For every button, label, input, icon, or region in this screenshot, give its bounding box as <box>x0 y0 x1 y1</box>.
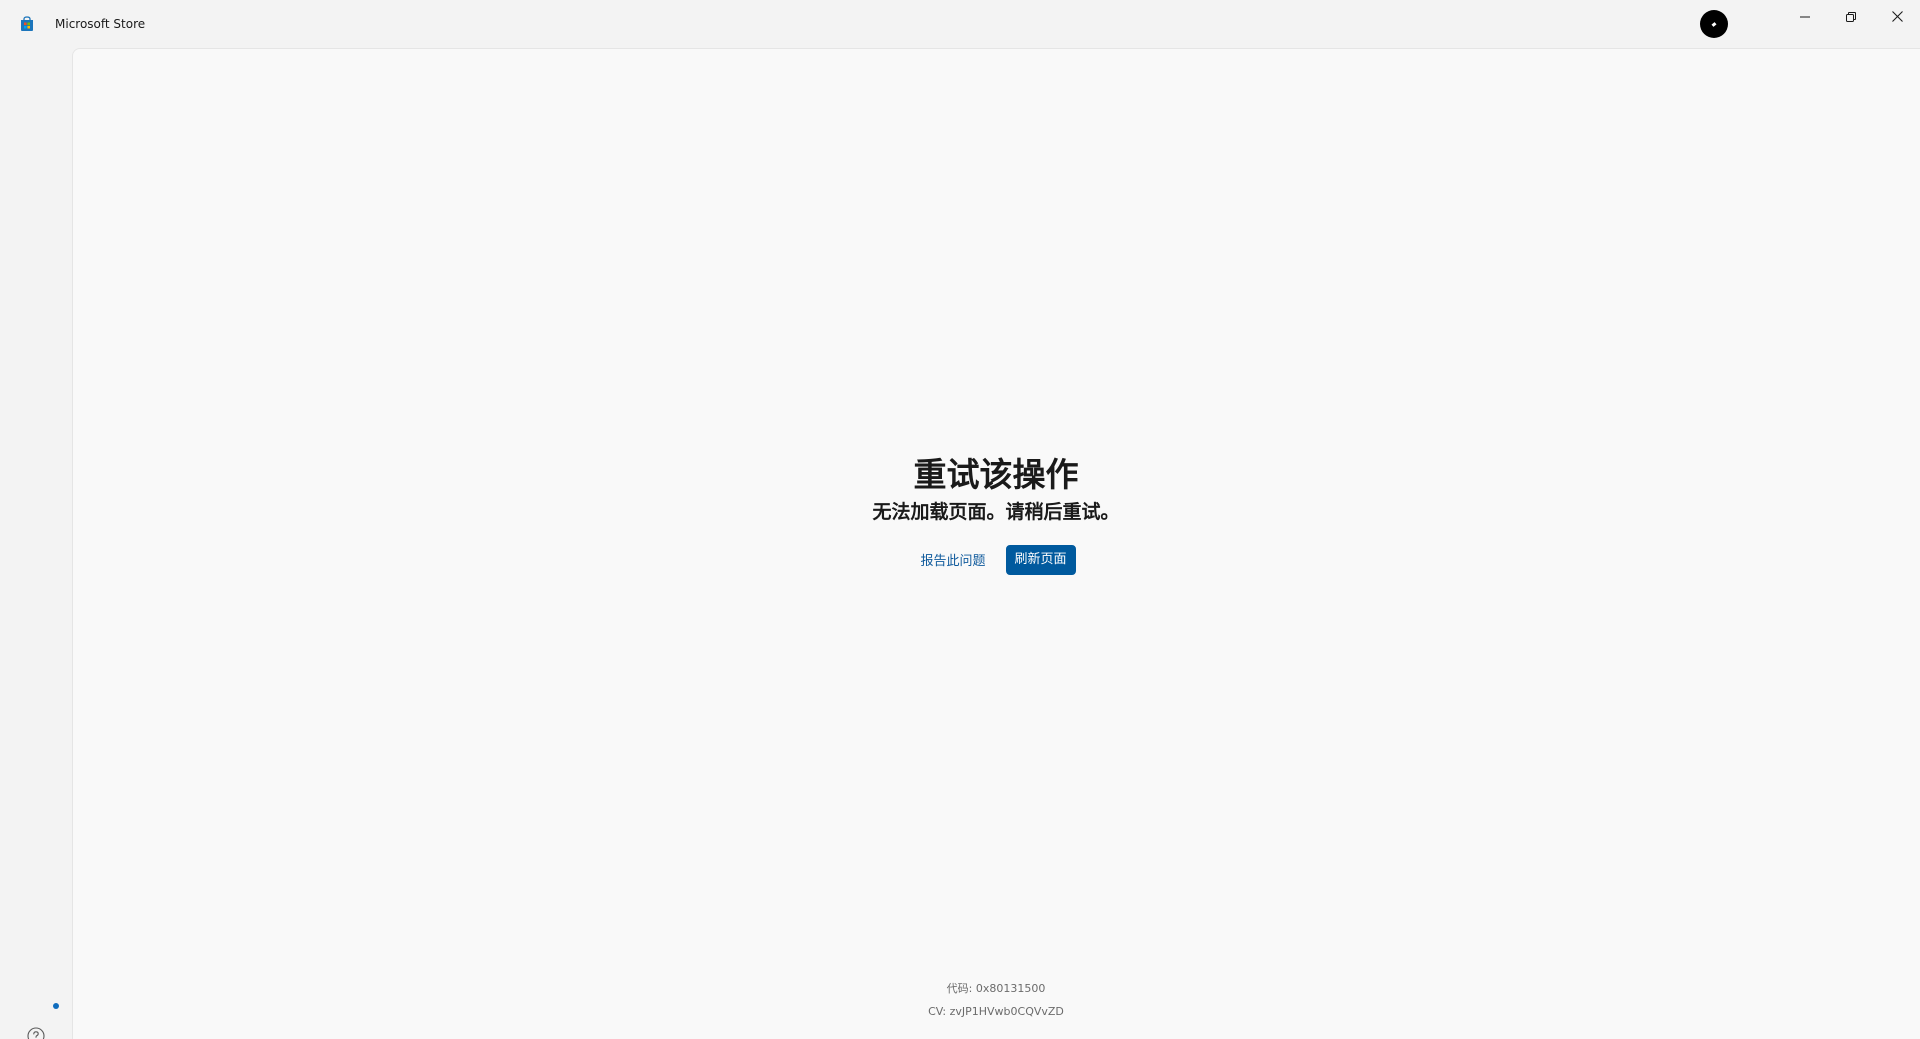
microsoft-store-window: Microsoft Store 重试该操作 无法加载页面。请稍后重试。 报告此问… <box>0 0 1920 1039</box>
error-actions: 报告此问题 刷新页面 <box>73 544 1919 575</box>
error-details: 代码: 0x80131500 CV: zvJP1HVwb0CQVvZD <box>73 977 1919 1023</box>
restore-icon <box>1846 7 1856 26</box>
error-panel: 重试该操作 无法加载页面。请稍后重试。 报告此问题 刷新页面 <box>73 453 1919 575</box>
navigation-rail: 帮助 <box>0 48 72 1039</box>
help-icon <box>27 1027 45 1039</box>
error-code: 代码: 0x80131500 <box>946 982 1046 995</box>
report-issue-button[interactable]: 报告此问题 <box>916 544 989 575</box>
microsoft-store-icon <box>19 16 35 32</box>
refresh-page-button[interactable]: 刷新页面 <box>1005 544 1076 575</box>
minimize-button[interactable] <box>1782 0 1828 32</box>
error-title: 重试该操作 <box>913 455 1079 494</box>
app-title: Microsoft Store <box>55 17 146 31</box>
close-button[interactable] <box>1874 0 1920 32</box>
user-avatar[interactable] <box>1700 10 1728 38</box>
error-subtitle: 无法加载页面。请稍后重试。 <box>872 501 1120 523</box>
content-area: 重试该操作 无法加载页面。请稍后重试。 报告此问题 刷新页面 代码: 0x801… <box>72 48 1920 1039</box>
minimize-icon <box>1800 7 1810 26</box>
restore-button[interactable] <box>1828 0 1874 32</box>
close-icon <box>1891 7 1903 26</box>
nav-item-help[interactable]: 帮助 <box>14 1027 58 1039</box>
correlation-vector: CV: zvJP1HVwb0CQVvZD <box>928 1005 1064 1018</box>
title-bar: Microsoft Store <box>0 0 1920 48</box>
notification-dot <box>53 1003 59 1009</box>
